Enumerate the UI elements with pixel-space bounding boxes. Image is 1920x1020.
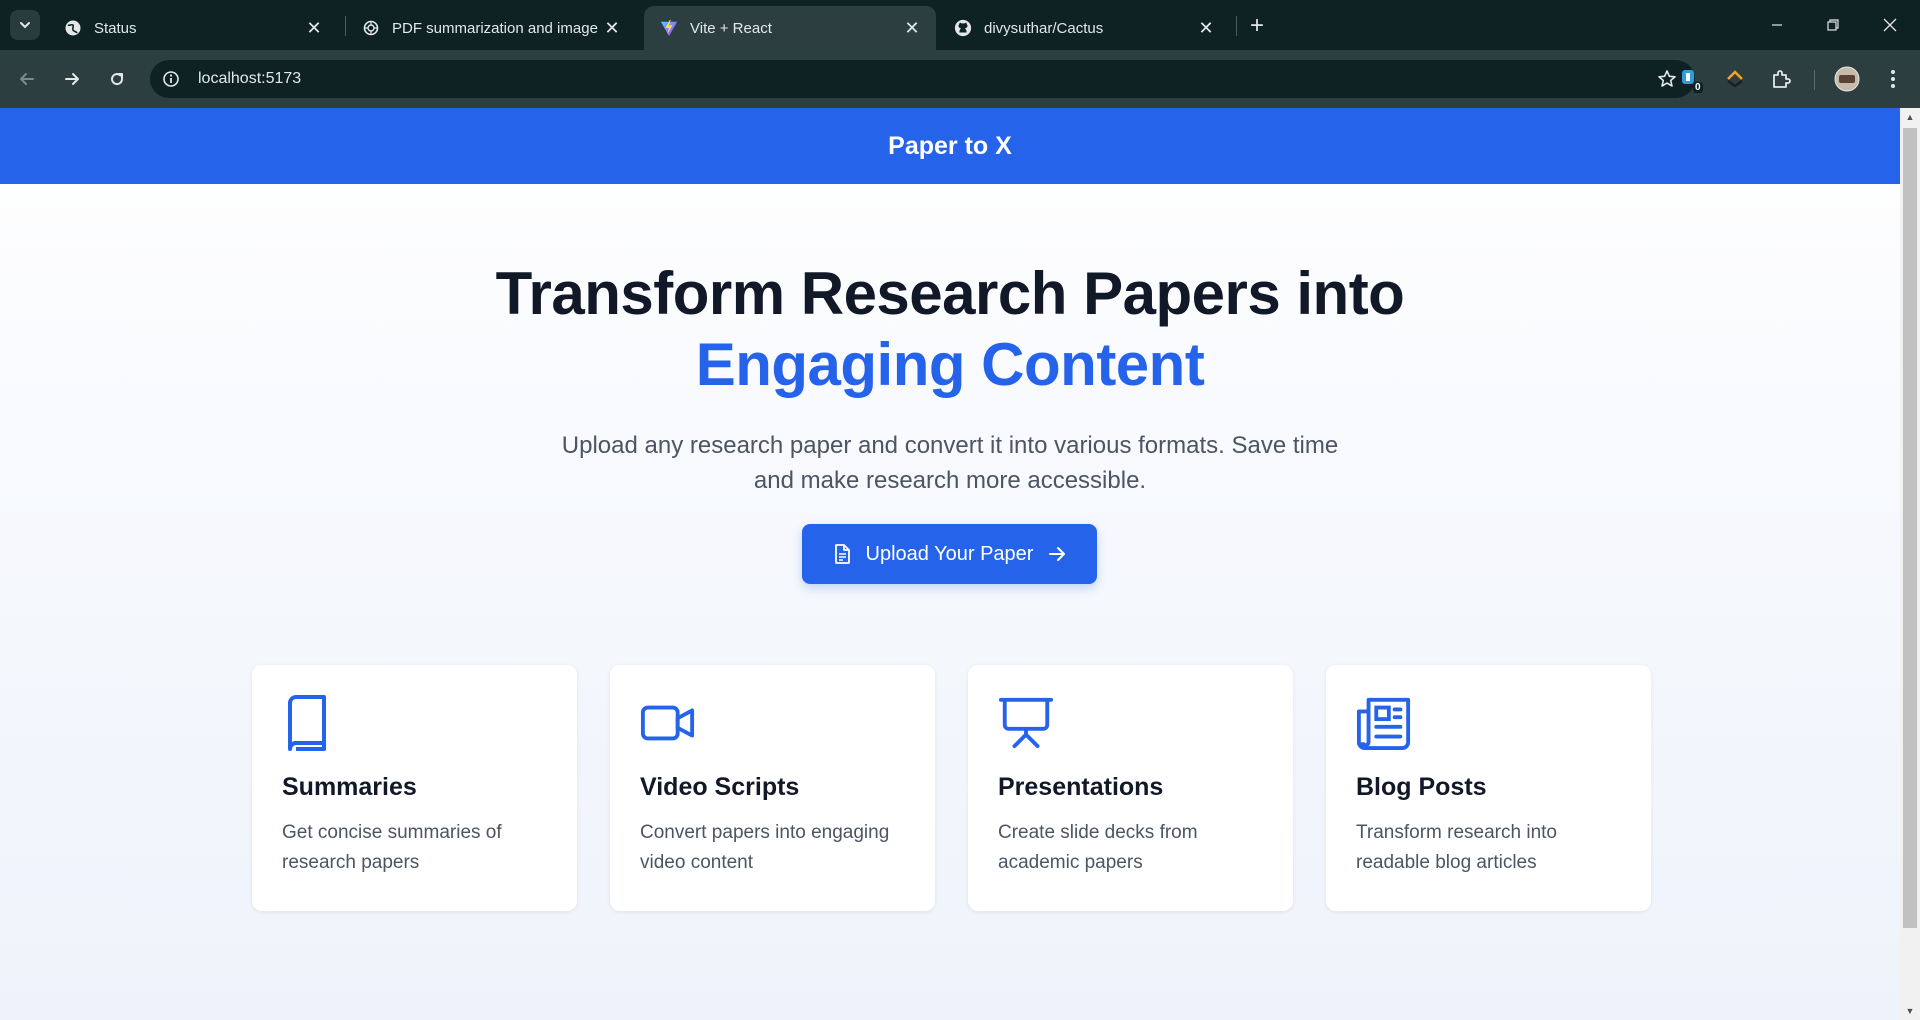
close-icon bbox=[1883, 18, 1897, 32]
tab-pdf-summarization[interactable]: PDF summarization and image ✕ bbox=[346, 6, 636, 50]
tab-strip: Status ✕ PDF summarization and image ✕ V… bbox=[0, 0, 1920, 50]
chevron-down-icon bbox=[20, 22, 30, 29]
puzzle-icon bbox=[1773, 70, 1791, 88]
new-tab-button[interactable]: + bbox=[1243, 12, 1271, 40]
page-scrollbar[interactable]: ▲ ▼ bbox=[1900, 108, 1920, 1020]
newspaper-icon bbox=[1356, 695, 1412, 751]
avatar bbox=[1834, 66, 1860, 92]
tab-vite-react[interactable]: Vite + React ✕ bbox=[644, 6, 936, 50]
restore-icon bbox=[1827, 19, 1839, 31]
close-icon[interactable]: ✕ bbox=[902, 18, 922, 38]
feature-card-video-scripts[interactable]: Video Scripts Convert papers into engagi… bbox=[610, 665, 935, 911]
info-icon bbox=[163, 71, 179, 87]
back-button[interactable] bbox=[10, 62, 44, 96]
tab-divider bbox=[1236, 16, 1237, 36]
hero-subtitle: Upload any research paper and convert it… bbox=[561, 432, 1339, 494]
presentation-icon bbox=[998, 695, 1054, 751]
close-icon[interactable]: ✕ bbox=[602, 18, 622, 38]
extension-logo-icon bbox=[1727, 70, 1743, 88]
feature-description: Transform research into readable blog ar… bbox=[1356, 822, 1557, 873]
hero-title-line1: Transform Research Papers into bbox=[495, 260, 1405, 327]
browser-menu-button[interactable] bbox=[1876, 62, 1910, 96]
extension-badge-count: 0 bbox=[1693, 82, 1703, 93]
upload-paper-button[interactable]: Upload Your Paper bbox=[802, 524, 1097, 584]
restore-button[interactable] bbox=[1813, 8, 1853, 42]
tab-title: Status bbox=[94, 19, 137, 37]
scrollbar-thumb[interactable] bbox=[1903, 128, 1917, 928]
feature-title: Presentations bbox=[998, 773, 1164, 801]
arrow-right-icon bbox=[1045, 542, 1069, 566]
close-icon[interactable]: ✕ bbox=[1196, 18, 1216, 38]
feature-title: Blog Posts bbox=[1356, 773, 1487, 801]
arrow-right-icon bbox=[65, 73, 79, 85]
feature-description: Convert papers into engaging video conte… bbox=[640, 822, 890, 873]
address-bar[interactable]: localhost:5173 bbox=[150, 60, 1695, 98]
minimize-button[interactable] bbox=[1757, 8, 1797, 42]
kebab-menu-icon bbox=[1891, 70, 1895, 88]
tab-title: divysuthar/Cactus bbox=[984, 19, 1104, 37]
openai-icon bbox=[362, 19, 380, 37]
page-viewport: Paper to X Transform Research Papers int… bbox=[0, 108, 1900, 1020]
arrow-left-icon bbox=[20, 73, 34, 85]
feature-title: Summaries bbox=[282, 773, 417, 801]
url-text[interactable]: localhost:5173 bbox=[198, 70, 301, 88]
scroll-up-icon[interactable]: ▲ bbox=[1905, 112, 1915, 122]
video-camera-icon bbox=[640, 695, 696, 751]
feature-card-blog-posts[interactable]: Blog Posts Transform research into reada… bbox=[1326, 665, 1651, 911]
close-icon[interactable]: ✕ bbox=[304, 18, 324, 38]
feature-description: Create slide decks from academic papers bbox=[998, 822, 1198, 873]
site-info-button[interactable] bbox=[154, 62, 188, 96]
upload-paper-label: Upload Your Paper bbox=[865, 542, 1034, 565]
profile-button[interactable] bbox=[1830, 62, 1864, 96]
extension-button[interactable] bbox=[1718, 62, 1752, 96]
github-icon bbox=[954, 19, 972, 37]
feature-description: Get concise summaries of research papers bbox=[282, 822, 502, 873]
reload-icon bbox=[111, 73, 124, 86]
tab-title: Vite + React bbox=[690, 19, 772, 37]
tab-status[interactable]: Status ✕ bbox=[48, 6, 338, 50]
book-icon bbox=[282, 695, 338, 751]
scroll-down-icon[interactable]: ▼ bbox=[1905, 1006, 1915, 1016]
minimize-icon bbox=[1772, 24, 1782, 26]
hero-title: Transform Research Papers into Engaging … bbox=[0, 258, 1900, 400]
toolbar-divider bbox=[1814, 70, 1815, 90]
feature-title: Video Scripts bbox=[640, 773, 800, 801]
tab-search-button[interactable] bbox=[10, 10, 40, 40]
feature-card-summaries[interactable]: Summaries Get concise summaries of resea… bbox=[252, 665, 577, 911]
extension-button[interactable]: 0 bbox=[1673, 62, 1707, 96]
forward-button[interactable] bbox=[55, 62, 89, 96]
reload-button[interactable] bbox=[100, 62, 134, 96]
hero-title-highlight: Engaging Content bbox=[695, 331, 1205, 398]
globe-icon bbox=[64, 19, 82, 37]
document-icon bbox=[830, 542, 854, 566]
window-close-button[interactable] bbox=[1870, 8, 1910, 42]
brand-logo-text[interactable]: Paper to X bbox=[888, 132, 1012, 161]
hero-section: Transform Research Papers into Engaging … bbox=[0, 258, 1900, 498]
tab-title: PDF summarization and image bbox=[392, 19, 598, 37]
feature-card-presentations[interactable]: Presentations Create slide decks from ac… bbox=[968, 665, 1293, 911]
tab-github-cactus[interactable]: divysuthar/Cactus ✕ bbox=[938, 6, 1230, 50]
vite-icon bbox=[660, 19, 678, 37]
app-header: Paper to X bbox=[0, 108, 1900, 184]
extensions-menu-button[interactable] bbox=[1764, 62, 1798, 96]
browser-toolbar: localhost:5173 0 bbox=[0, 50, 1920, 108]
